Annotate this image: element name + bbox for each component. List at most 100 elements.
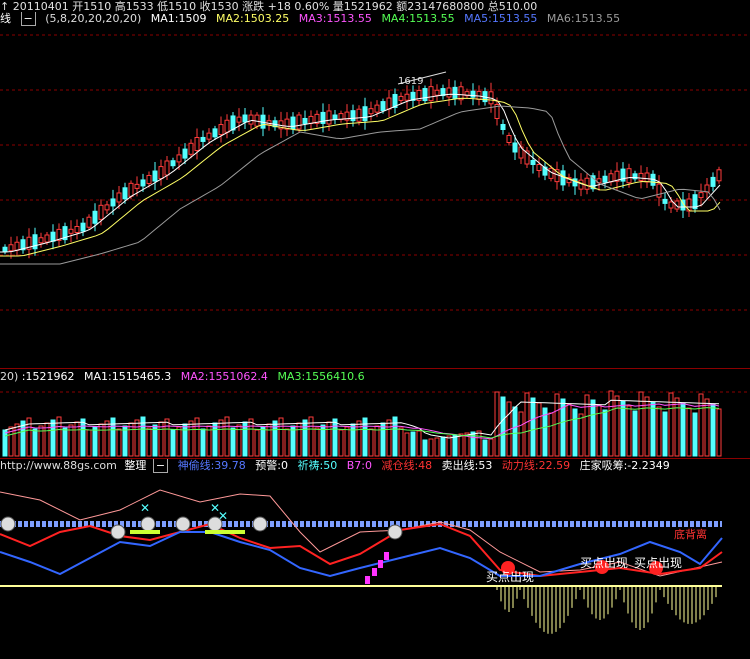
candle-body [368,108,374,115]
tidy-menu-button[interactable]: 整理 [124,459,146,472]
candle-body [206,132,212,140]
candle-body [296,114,302,130]
candle-body [8,244,14,252]
indicator-chart[interactable]: ✕ ✕✕ 买点出现 买点出现 买点出现 底背离 [0,472,750,659]
volume-bar [344,426,350,457]
b7-label: B7:0 [346,459,372,472]
volume-bar [410,431,416,457]
volume-bar [2,429,8,457]
candle-body [668,201,674,209]
candle-body [506,135,512,143]
candle-body [350,110,356,122]
volume-bar [494,391,500,457]
volume-bar [266,423,272,457]
volume-bar [680,402,686,457]
b7-marker [365,576,370,584]
site-url-link[interactable]: http://www.88gs.com [0,459,117,472]
volume-bar [536,402,542,457]
smiley-icon [110,524,126,540]
candle-body [356,108,362,122]
candle-body [704,184,710,193]
b7-marker [372,568,377,576]
candle-body [398,95,404,101]
candle-body [224,119,230,133]
volume-bar [80,418,86,457]
volume-bar [116,428,122,457]
volume-bar [254,429,260,457]
candle-body [302,117,308,124]
volume-bar [284,428,290,457]
candle-body [218,124,224,136]
candle-body [608,173,614,183]
volume-bar [530,397,536,457]
volume-bar [164,418,170,457]
indicator-legend-bar: http://www.88gs.com 整理 − 神偷线:39.78 预警:0 … [0,459,750,473]
candle-body [44,234,50,243]
volume-bar [350,423,356,457]
volume-legend-bar: 20) :1521962 MA1:1515465.3 MA2:1551062.4… [0,370,750,384]
candle-body [80,222,86,232]
maichu-label: 卖出线:53 [441,459,493,472]
signal-band [205,530,245,534]
candle-body [386,97,392,110]
candle-body [38,237,44,244]
candle-body [476,90,482,100]
shenlun-label: 神偷线:39.78 [177,459,246,472]
volume-bar [644,396,650,457]
price-candlestick-chart[interactable]: 1619 [0,0,750,368]
candle-body [374,104,380,113]
ma6-line [0,105,721,265]
volume-bar [380,422,386,457]
candle-body [446,87,452,98]
candle-body [146,174,152,184]
volume-bar [14,423,20,457]
volume-bar [572,408,578,457]
volume-bar [314,427,320,457]
candle-body [626,168,632,184]
collapse-toggle-icon[interactable]: − [152,459,169,473]
volume-bar [338,429,344,457]
smiley-icon [252,516,268,532]
volume-bar [62,427,68,457]
volume-bar [212,422,218,457]
volume-bar [518,411,524,457]
yujing-label: 预警:0 [255,459,289,472]
volume-chart[interactable] [0,384,750,458]
candle-body [140,179,146,187]
volume-bar [92,426,98,457]
divergence-label: 底背离 [674,527,707,541]
candle-body [104,204,110,211]
volume-bar [500,396,506,457]
jiancang-label: 减仓线:48 [381,459,433,472]
volume-bar [134,419,140,457]
buy-signal-label: 买点出现 [634,556,682,570]
smiley-icon [387,524,403,540]
candle-body [98,204,104,220]
qidao-label: 祈祷:50 [297,459,338,472]
b7-marker [384,552,389,560]
vol-ma1-label: MA1:1515465.3 [84,370,172,383]
volume-bar [428,438,434,457]
volume-bar [650,401,656,457]
volume-bar [332,418,338,457]
candle-body [452,86,458,99]
candle-body [332,114,338,120]
candle-body [242,114,248,123]
candle-body [86,216,92,228]
volume-bar [86,429,92,457]
candle-body [470,90,476,98]
candle-body [308,115,314,124]
candle-body [530,160,536,165]
candle-body [122,187,128,200]
candle-body [326,110,332,125]
volume-bar [260,426,266,457]
vol-value: :1521962 [21,370,75,383]
volume-bar [458,433,464,457]
candle-body [434,89,440,96]
candle-body [92,210,98,224]
candle-body [656,183,662,198]
volume-bar [128,422,134,457]
candle-body [32,234,38,250]
indicator-markers: ✕ ✕✕ [0,501,663,584]
volume-bar [416,430,422,457]
